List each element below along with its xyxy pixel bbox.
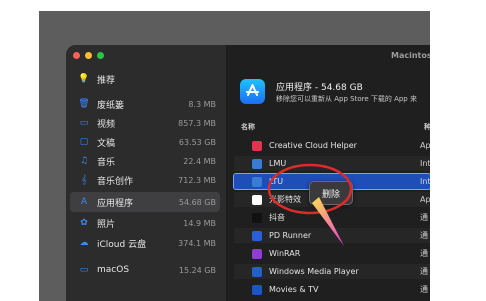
category-subtitle: 移除您可以重新从 App Store 下载的 App 来 xyxy=(276,95,417,103)
app-kind: 通 xyxy=(420,249,428,258)
winrar-icon xyxy=(252,248,262,259)
app-store-icon xyxy=(240,79,265,104)
sidebar-item-label: 废纸篓 xyxy=(97,100,125,111)
column-header-kind[interactable]: 种 xyxy=(424,122,430,132)
window-controls xyxy=(73,52,104,59)
music-creation-icon: 𝄞 xyxy=(81,175,87,185)
app-kind: Int xyxy=(420,177,430,186)
creative-cloud-icon xyxy=(252,140,262,151)
document-icon: ▢ xyxy=(79,137,89,147)
lightbulb-icon: 💡 xyxy=(78,74,90,84)
ltu-icon xyxy=(252,176,262,187)
app-name: PD Runner xyxy=(269,231,312,240)
sidebar-item-size: 63.53 GB xyxy=(178,137,216,147)
minimize-button[interactable] xyxy=(85,52,92,59)
sidebar-item[interactable]: 🗑 废纸篓 8.3 MB xyxy=(70,94,220,114)
sidebar-item[interactable]: 💡 推荐 xyxy=(70,69,220,89)
pd-runner-icon xyxy=(252,230,262,241)
tiktok-icon xyxy=(252,212,262,223)
app-name: Windows Media Player xyxy=(269,267,359,276)
sidebar-item[interactable]: ✿ 照片 14.9 MB xyxy=(70,213,220,233)
sidebar-item-size: 22.4 MB xyxy=(183,156,216,166)
app-kind: 通 xyxy=(420,231,428,240)
tv-icon: ▭ xyxy=(79,118,89,128)
sidebar-item[interactable]: ▢ 文稿 63.53 GB xyxy=(70,132,220,152)
sidebar-item-size: 8.3 MB xyxy=(188,99,216,109)
sidebar-item[interactable]: ♫ 音乐 22.4 MB xyxy=(70,151,220,171)
context-menu: 删除 xyxy=(309,181,353,205)
app-row[interactable]: Movies & TV 通 xyxy=(234,282,430,297)
sidebar: 💡 推荐 🗑 废纸篓 8.3 MB ▭ 视频 857.3 MB ▢ 文稿 63.53 GB ♫ 音乐 22… xyxy=(66,45,227,301)
sidebar-item-label: 推荐 xyxy=(97,75,116,86)
app-kind: Ap xyxy=(420,195,430,204)
sidebar-item-label: iCloud 云盘 xyxy=(97,239,147,250)
app-row[interactable]: WinRAR 通 xyxy=(234,246,430,261)
app-row[interactable]: PD Runner 通 xyxy=(234,228,430,243)
cloud-icon: ☁ xyxy=(79,238,89,248)
close-button[interactable] xyxy=(73,52,80,59)
sidebar-item-size: 857.3 MB xyxy=(178,118,216,128)
sidebar-item-label: 文稿 xyxy=(97,138,116,149)
sidebar-item-label: 音乐创作 xyxy=(97,176,134,187)
main-pane: Macintos 应用程序 - 54.68 GB 移除您可以重新从 App St… xyxy=(227,45,430,301)
windows-media-player-icon xyxy=(252,266,262,277)
sidebar-item-size: 712.3 MB xyxy=(178,175,216,185)
sidebar-item-label: 应用程序 xyxy=(97,198,134,209)
app-row[interactable]: LMU Int xyxy=(234,156,430,171)
column-header-name[interactable]: 名称 xyxy=(241,122,255,132)
app-row[interactable]: 抖音 通 xyxy=(234,210,430,225)
app-row[interactable]: Creative Cloud Helper Ap xyxy=(234,138,430,153)
app-store-icon: A xyxy=(80,197,88,207)
delete-menu-item[interactable]: 删除 xyxy=(322,187,340,200)
app-name: WinRAR xyxy=(269,249,301,258)
sidebar-item[interactable]: ▭ 视频 857.3 MB xyxy=(70,113,220,133)
sidebar-item-label: 照片 xyxy=(97,219,116,230)
app-name: Creative Cloud Helper xyxy=(269,141,357,150)
sidebar-item-label: 视频 xyxy=(97,119,116,130)
app-name: Movies & TV xyxy=(269,285,319,294)
trash-icon: 🗑 xyxy=(78,99,90,109)
app-kind: 通 xyxy=(420,213,428,222)
sidebar-item-label: 音乐 xyxy=(97,157,116,168)
sidebar-item[interactable]: 𝄞 音乐创作 712.3 MB xyxy=(70,170,220,190)
category-title: 应用程序 - 54.68 GB xyxy=(276,83,363,93)
title-bar: Macintos xyxy=(227,45,430,65)
sidebar-item-label: macOS xyxy=(97,265,130,275)
app-kind: 通 xyxy=(420,267,428,276)
app-name: LMU xyxy=(269,159,287,168)
sidebar-item-size: 54.68 GB xyxy=(178,197,216,207)
app-name: 抖音 xyxy=(269,213,285,222)
lmu-icon xyxy=(252,158,262,169)
lightroom-icon xyxy=(252,194,262,205)
movies-tv-icon xyxy=(252,284,262,295)
window-title: Macintos xyxy=(391,51,430,60)
photos-icon: ✿ xyxy=(80,218,88,228)
sidebar-item[interactable]: ☁ iCloud 云盘 374.1 MB xyxy=(70,233,220,253)
macos-icon: ▭ xyxy=(79,265,89,275)
zoom-button[interactable] xyxy=(97,52,104,59)
app-row[interactable]: Windows Media Player 通 xyxy=(234,264,430,279)
sidebar-item-size: 15.24 GB xyxy=(178,265,216,275)
app-kind: 通 xyxy=(420,285,428,294)
storage-manager-window: 💡 推荐 🗑 废纸篓 8.3 MB ▭ 视频 857.3 MB ▢ 文稿 63.53 GB ♫ 音乐 22… xyxy=(66,45,430,301)
sidebar-item[interactable]: ▭ macOS 15.24 GB xyxy=(70,260,220,280)
sidebar-item[interactable]: A 应用程序 54.68 GB xyxy=(70,192,220,212)
app-kind: Ap xyxy=(420,141,430,150)
music-note-icon: ♫ xyxy=(79,156,89,166)
sidebar-item-size: 374.1 MB xyxy=(178,238,216,248)
app-kind: Int xyxy=(420,159,430,168)
sidebar-item-size: 14.9 MB xyxy=(183,218,216,228)
